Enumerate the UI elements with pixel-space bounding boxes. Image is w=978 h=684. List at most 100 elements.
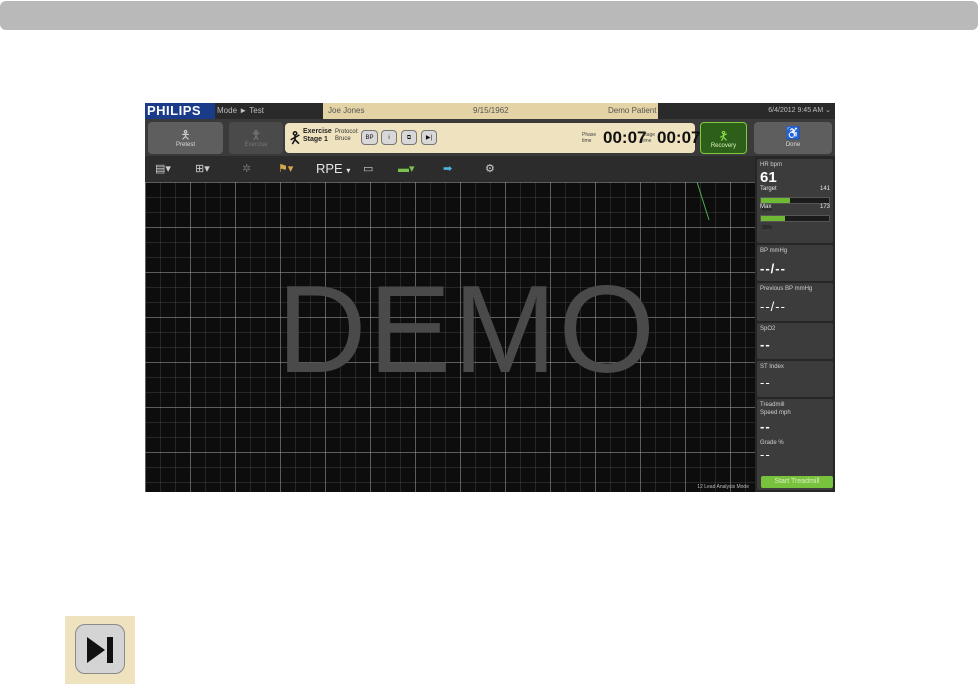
ecg-trace <box>697 182 710 221</box>
gear-icon: ⚙ <box>485 163 495 175</box>
info-icon: i <box>388 135 390 141</box>
patient-name: Joe Jones <box>328 106 365 115</box>
leads-menu[interactable]: ⊞▾ <box>195 160 210 178</box>
layout-menu[interactable]: ▤▾ <box>155 160 171 178</box>
target-row: Target 141 <box>760 186 830 197</box>
chevron-down-icon: ▾ <box>346 166 351 175</box>
event-menu[interactable]: ⚑▾ <box>278 160 293 178</box>
patient-banner[interactable]: Joe Jones 9/15/1962 Demo Patient <box>323 103 658 119</box>
grade-value: -- <box>760 447 771 462</box>
treadmill-card: Treadmill Speed mph -- Grade % -- Start … <box>757 399 833 490</box>
vitals-panel: HR bpm 61 Target 141 43% Max 173 35% BP … <box>755 156 835 492</box>
running-person-icon: 🯇 <box>718 129 729 143</box>
window-title-bar <box>0 1 978 30</box>
chevron-down-icon[interactable]: ⌄ <box>825 107 831 114</box>
done-label: Done <box>785 142 801 148</box>
target-bar-fill: 43% <box>761 198 791 213</box>
target-value: 141 <box>819 186 830 192</box>
ecg-toolbar: ▤▾ ⊞▾ ✲ ⚑▾ RPE ▾ ▭ ▬▾ ➡ ⚙ <box>145 156 755 182</box>
skip-next-icon <box>87 637 113 663</box>
protocol-label: Protocol: Bruce <box>335 129 359 142</box>
date-time: 6/4/2012 9:45 AM ⌄ <box>768 103 831 119</box>
speed-label: Speed mph <box>760 410 791 416</box>
mode-indicator: Mode ► Test <box>217 103 264 119</box>
strip-icon: ▬▾ <box>398 163 415 175</box>
phase-bar: 🯅 Pretest 🯆 Exercise 🯇 Exercise Stage 1 … <box>145 119 835 156</box>
hr-card: HR bpm 61 Target 141 43% Max 173 35% <box>757 159 833 243</box>
target-label: Target <box>760 186 777 192</box>
spo2-value: -- <box>760 337 771 352</box>
walking-person-icon: 🯆 <box>250 128 262 142</box>
pretest-button[interactable]: 🯅 Pretest <box>148 122 223 154</box>
st-index-card: ST Index -- <box>757 361 833 397</box>
filter-button[interactable]: ✲ <box>242 160 251 178</box>
bp-button[interactable]: BP <box>361 130 378 145</box>
demo-watermark: DEMO <box>277 261 657 399</box>
export-arrow-icon: ➡ <box>443 163 453 175</box>
next-stage-button-enlarged <box>75 624 125 674</box>
mode-arrow-icon: ► <box>239 106 248 115</box>
exercise-button[interactable]: 🯆 Exercise <box>229 122 283 154</box>
filter-icon: ✲ <box>242 163 252 175</box>
flag-icon: ⚑▾ <box>278 163 294 175</box>
target-bar: 43% <box>760 197 830 213</box>
stage-panel: 🯇 Exercise Stage 1 Protocol: Bruce BP i … <box>285 123 700 153</box>
rpe-label: RPE <box>316 161 343 176</box>
patient-id: 9/15/1962 <box>473 106 509 115</box>
spo2-label: SpO2 <box>760 326 776 332</box>
stage-time-value: 00:07 <box>657 128 701 147</box>
grade-label: Grade % <box>760 440 784 446</box>
max-bar: 35% <box>760 215 830 231</box>
bp-card[interactable]: BP mmHg --/-- <box>757 245 833 281</box>
strip-menu[interactable]: ▬▾ <box>398 160 415 178</box>
max-value: 173 <box>819 204 830 210</box>
report-button[interactable]: ▭ <box>363 160 373 178</box>
previous-bp-label: Previous BP mmHg <box>760 286 813 292</box>
lead-select-icon: ⊞▾ <box>195 163 210 175</box>
done-button[interactable]: ♿ Done <box>754 122 832 154</box>
bp-value: --/-- <box>760 261 786 276</box>
header-bar: PHILIPS Mode ► Test Joe Jones 9/15/1962 … <box>145 103 835 119</box>
patient-status: Demo Patient <box>608 106 657 115</box>
max-row: Max 173 <box>760 204 830 215</box>
next-stage-button[interactable]: ▶| <box>421 130 437 145</box>
skip-next-icon: ▶| <box>425 135 433 141</box>
phase-time-value: 00:07 <box>603 128 647 147</box>
recovery-button[interactable]: 🯇 Recovery <box>700 122 747 154</box>
standing-person-icon: 🯅 <box>180 128 191 142</box>
stress-test-screen: PHILIPS Mode ► Test Joe Jones 9/15/1962 … <box>145 103 835 492</box>
hold-stage-button[interactable]: ⧉ <box>401 130 417 145</box>
rpe-menu[interactable]: RPE ▾ <box>316 160 350 178</box>
bp-label: BP mmHg <box>760 248 788 254</box>
phase-time-label: Phase time <box>582 132 597 144</box>
lead-layout-icon: ▤▾ <box>155 163 171 175</box>
st-index-value: -- <box>760 375 771 390</box>
treadmill-label: Treadmill <box>760 402 785 408</box>
seated-person-icon: ♿ <box>785 126 801 140</box>
spo2-card: SpO2 -- <box>757 323 833 359</box>
previous-bp-card: Previous BP mmHg --/-- <box>757 283 833 321</box>
date-time-text: 6/4/2012 9:45 AM <box>768 107 824 114</box>
max-label: Max <box>760 204 772 210</box>
runner-icon: 🯇 <box>288 130 303 147</box>
start-treadmill-button[interactable]: Start Treadmill <box>761 476 833 488</box>
next-stage-icon-enlarged <box>65 616 135 684</box>
mode-value: Test <box>249 106 264 115</box>
ecg-grid: DEMO 12 Lead Analysis Mode <box>145 182 755 492</box>
speed-value: -- <box>760 419 771 434</box>
max-bar-fill: 35% <box>761 216 785 231</box>
mode-label: Mode <box>217 106 238 115</box>
stage-title: Exercise Stage 1 <box>303 128 332 143</box>
settings-button[interactable]: ⚙ <box>485 160 495 178</box>
analysis-mode-note: 12 Lead Analysis Mode <box>697 484 749 490</box>
hold-icon: ⧉ <box>406 135 412 141</box>
export-button[interactable]: ➡ <box>443 160 452 178</box>
hr-label: HR bpm <box>760 162 783 168</box>
document-icon: ▭ <box>363 163 374 175</box>
st-index-label: ST Index <box>760 364 784 370</box>
max-bar-label: 35% <box>762 225 773 231</box>
previous-bp-value: --/-- <box>760 299 786 314</box>
philips-logo: PHILIPS <box>145 103 215 119</box>
info-button[interactable]: i <box>381 130 397 145</box>
hr-value: 61 <box>760 169 777 186</box>
